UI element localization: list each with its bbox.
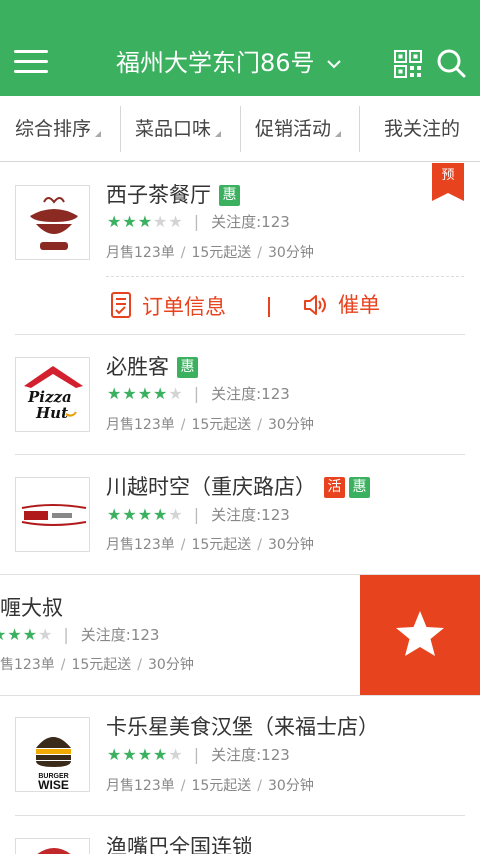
min-order: 15元起送 (191, 417, 252, 433)
location-title: 福州大学东门86号 (116, 49, 315, 77)
filter-promotion[interactable]: 促销活动 (255, 106, 342, 152)
attention-count: 关注度:123 (211, 506, 290, 524)
min-order: 15元起送 (71, 657, 132, 673)
menu-icon[interactable] (14, 50, 48, 74)
attention-count: 关注度:123 (211, 385, 290, 403)
star-empty-icon: ★ (168, 505, 184, 524)
restaurant-name: 卡乐星美食汉堡（来福士店） (106, 715, 379, 739)
attention-count: 关注度:123 (211, 746, 290, 764)
rating-row: ★★★★★ | 关注度:123 (107, 745, 290, 764)
attention-count: 关注度:123 (80, 626, 160, 644)
logo-text: Hut (35, 404, 68, 422)
star-icon: ★★★ (107, 212, 154, 231)
restaurant-meta: 月售123单/15元起送/30分钟 (0, 655, 194, 675)
filter-taste[interactable]: 菜品口味 (135, 106, 222, 152)
restaurant-meta: 月售123单/15元起送/30分钟 (106, 778, 314, 794)
filter-sort-label: 综合排序 (15, 118, 92, 140)
restaurant-name: 必胜客 (106, 355, 169, 379)
filter-taste-label: 菜品口味 (135, 118, 212, 140)
dropdown-arrow-icon (215, 131, 222, 137)
order-actions: 订单信息 催单 (106, 276, 464, 334)
divider (15, 454, 465, 455)
restaurant-meta: 月售123单/15元起送/30分钟 (106, 245, 314, 261)
monthly-sales: 月售123单 (106, 778, 175, 794)
star-icon: ★★★★ (107, 745, 169, 764)
favorite-button[interactable] (360, 575, 480, 695)
delivery-time: 30分钟 (148, 657, 194, 673)
restaurant-name: 西子茶餐厅 (106, 183, 211, 207)
urge-order-label: 催单 (338, 293, 380, 317)
star-icon: ★★★★ (107, 384, 169, 403)
discount-badge: 惠 (177, 357, 198, 378)
rating-row: ★★★★★ | 关注度:123 (107, 212, 290, 231)
divider (15, 334, 465, 335)
rating-row: ★★★★★ | 关注度:123 (107, 505, 290, 524)
rating-row: ★★★★★ | 关注度:123 (107, 384, 290, 403)
star-icon: ★★★★ (107, 505, 169, 524)
logo-text: WISE (38, 778, 69, 792)
divider (0, 695, 480, 696)
speaker-icon (304, 295, 326, 315)
search-icon[interactable] (436, 48, 466, 78)
filter-promotion-label: 促销活动 (255, 118, 332, 140)
monthly-sales: 月售123单 (106, 537, 175, 553)
star-icon: ★★★ (0, 625, 39, 644)
delivery-time: 30分钟 (268, 245, 314, 261)
filter-sort[interactable]: 综合排序 (15, 106, 102, 152)
divider (15, 815, 465, 816)
star-empty-icon: ★★ (153, 212, 184, 231)
monthly-sales: 月售123单 (0, 657, 55, 673)
action-divider (268, 297, 270, 317)
discount-badge: 惠 (219, 185, 240, 206)
restaurant-meta: 月售123单/15元起送/30分钟 (106, 537, 314, 553)
filter-divider (120, 106, 121, 152)
discount-badge: 惠 (349, 477, 370, 498)
restaurant-name: 渔嘴巴全国连锁 (106, 835, 253, 854)
filter-followed[interactable]: 我关注的 (384, 106, 460, 152)
dropdown-arrow-icon (95, 131, 102, 137)
monthly-sales: 月售123单 (106, 417, 175, 433)
dropdown-arrow-icon (335, 131, 342, 137)
restaurant-name: 川越时空（重庆路店） (106, 475, 316, 499)
chevron-down-icon (327, 60, 341, 69)
filter-followed-label: 我关注的 (384, 118, 461, 140)
restaurant-name: 喱大叔 (0, 596, 63, 620)
order-info-label: 订单信息 (142, 295, 226, 319)
star-icon (396, 611, 444, 656)
preorder-tag: 预 (432, 163, 464, 201)
monthly-sales: 月售123单 (106, 245, 175, 261)
restaurant-logo: Pizza Hut (15, 357, 90, 432)
receipt-icon (111, 292, 131, 318)
min-order: 15元起送 (191, 537, 252, 553)
restaurant-logo (15, 477, 90, 552)
filter-divider (240, 106, 241, 152)
restaurant-logo (15, 185, 90, 260)
filter-divider (359, 106, 360, 152)
star-empty-icon: ★ (168, 384, 184, 403)
order-info-button[interactable]: 订单信息 (110, 291, 226, 321)
location-selector[interactable]: 福州大学东门86号 (116, 46, 342, 80)
app-header: 福州大学东门86号 (0, 0, 480, 96)
attention-count: 关注度:123 (211, 213, 290, 231)
star-empty-icon: ★ (168, 745, 184, 764)
restaurant-logo (15, 838, 90, 854)
delivery-time: 30分钟 (268, 778, 314, 794)
min-order: 15元起送 (191, 778, 252, 794)
star-empty-icon: ★ (38, 625, 54, 644)
urge-order-button[interactable]: 催单 (302, 291, 380, 319)
rating-row: ★★★★|关注度:123 (0, 625, 159, 645)
delivery-time: 30分钟 (268, 417, 314, 433)
restaurant-meta: 月售123单/15元起送/30分钟 (106, 417, 314, 433)
restaurant-logo: BURGER WISE (15, 717, 90, 792)
delivery-time: 30分钟 (268, 537, 314, 553)
min-order: 15元起送 (191, 245, 252, 261)
activity-badge: 活 (324, 477, 345, 498)
qr-scan-icon[interactable] (394, 50, 422, 78)
